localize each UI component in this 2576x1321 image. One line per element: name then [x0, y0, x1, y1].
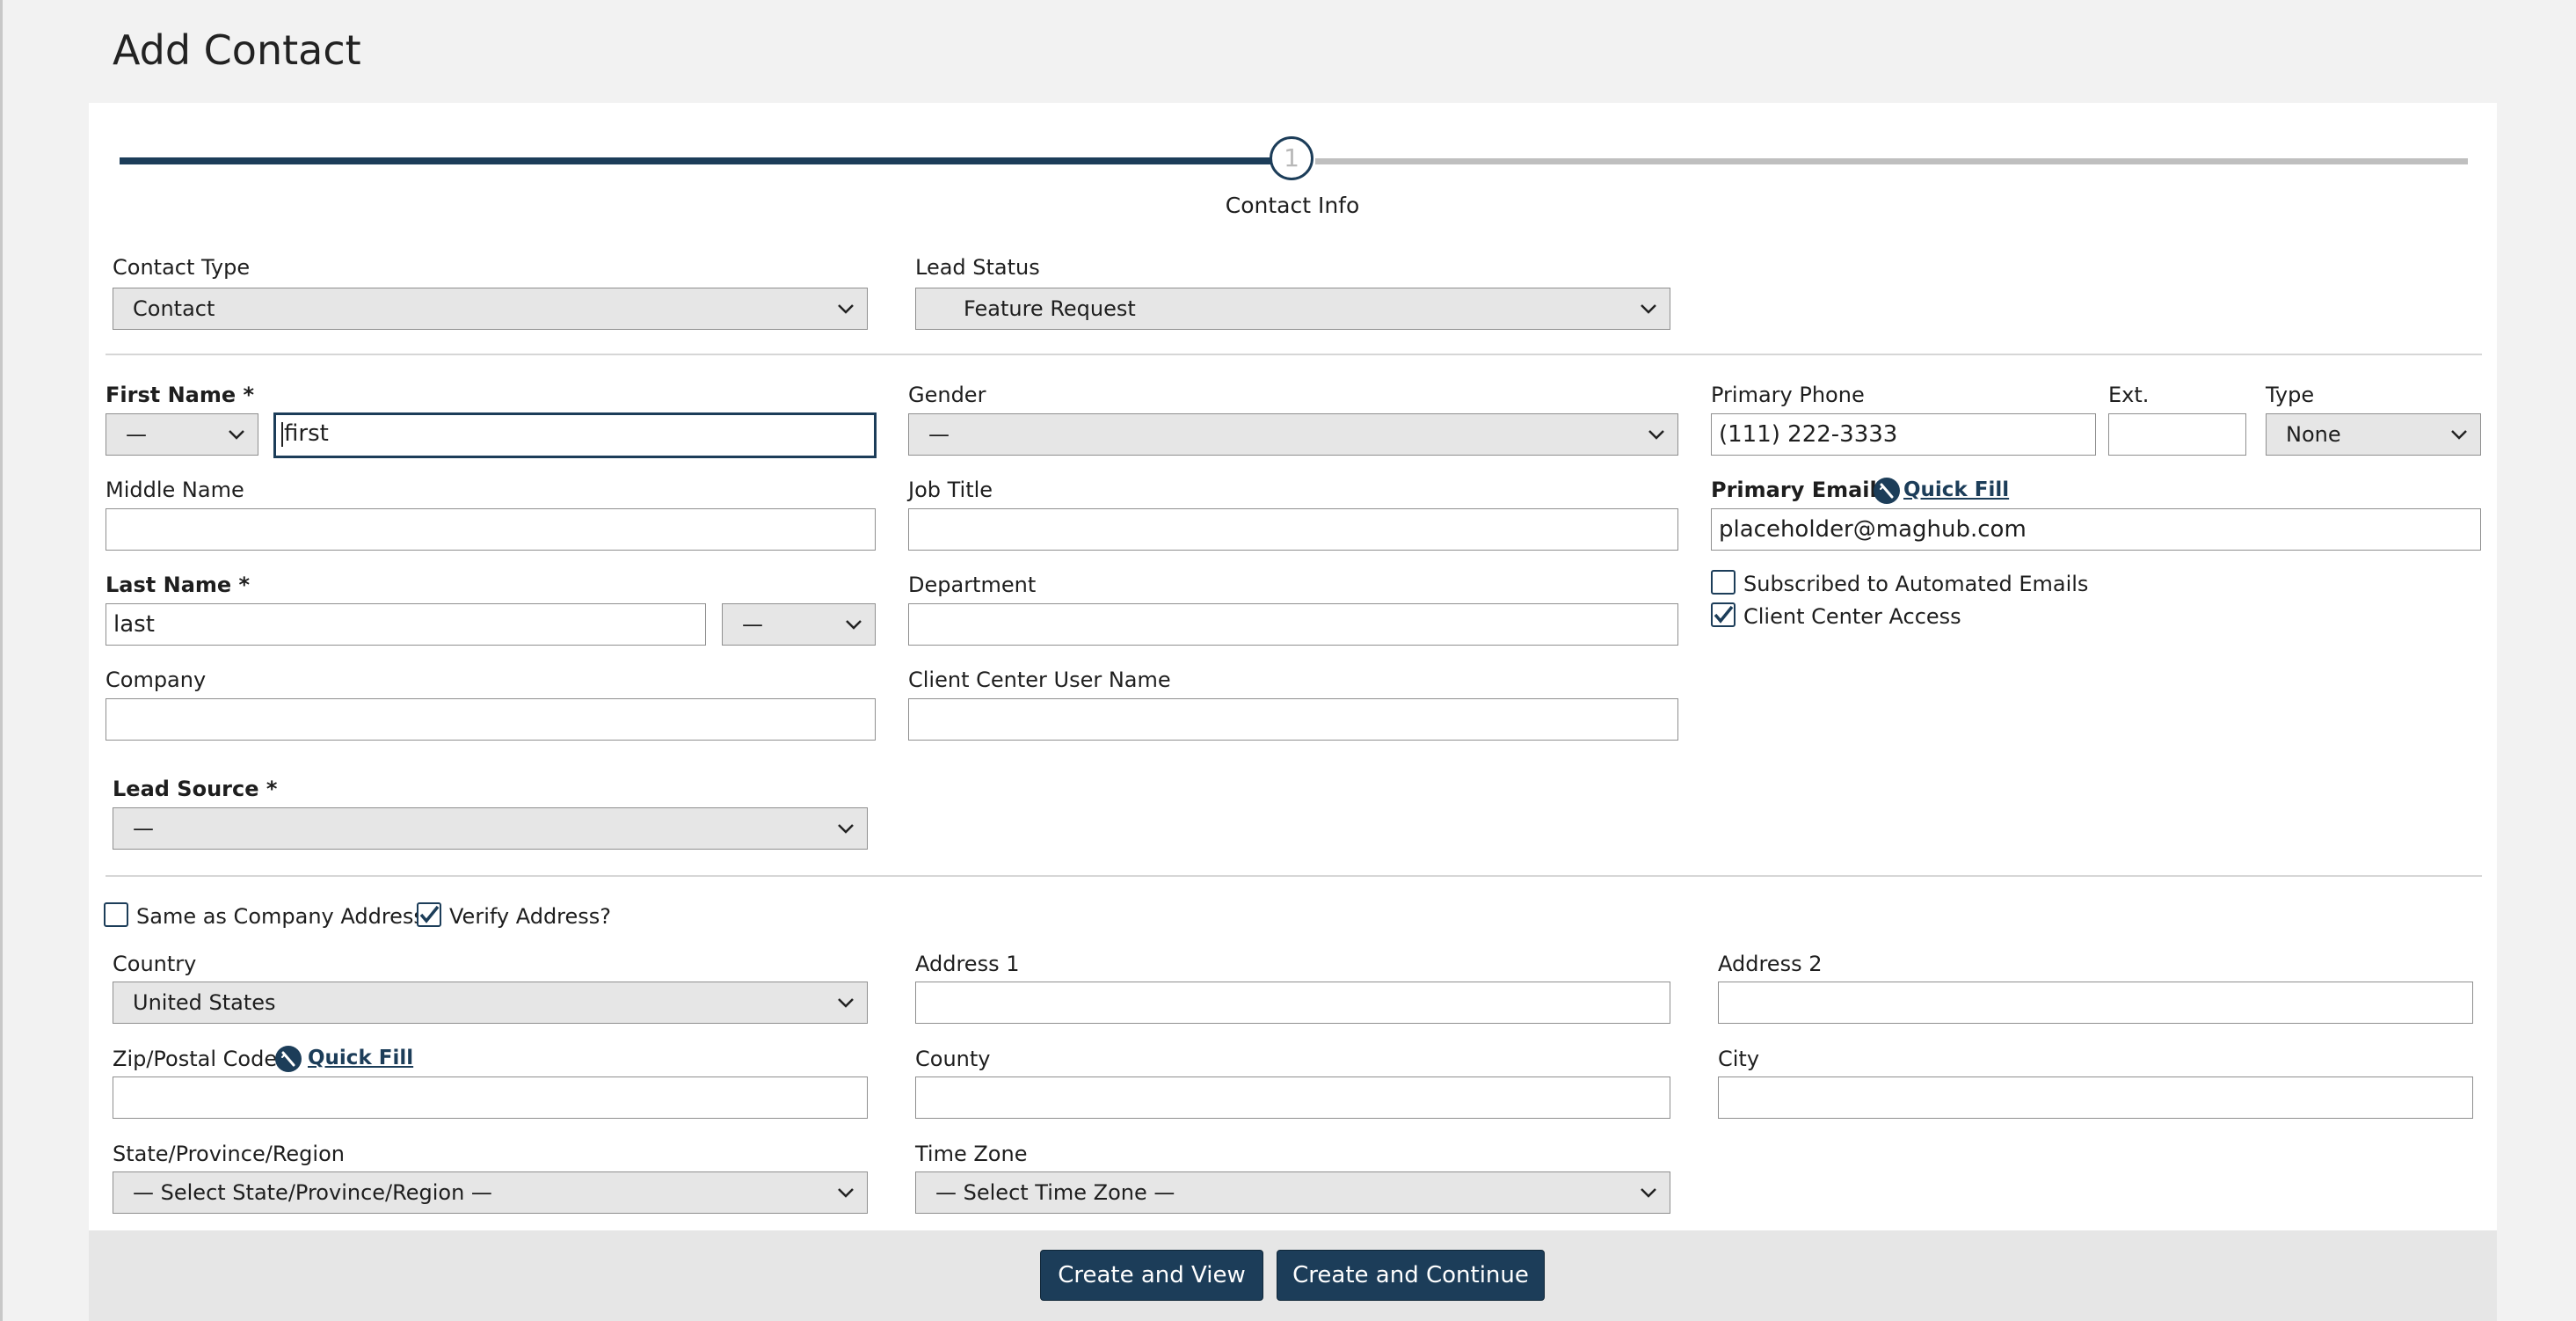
step-label: Contact Info [1225, 193, 1360, 218]
state-select[interactable]: — Select State/Province/Region — [113, 1171, 868, 1214]
chevron-down-icon [229, 430, 244, 440]
company-label: Company [106, 668, 207, 692]
lead-status-select[interactable]: Feature Request [915, 288, 1670, 330]
chevron-down-icon [838, 998, 854, 1008]
country-select[interactable]: United States [113, 982, 868, 1024]
chevron-down-icon [2451, 430, 2467, 440]
create-and-continue-button[interactable]: Create and Continue [1277, 1250, 1545, 1301]
address1-label: Address 1 [915, 952, 1020, 976]
chevron-down-icon [1641, 1188, 1656, 1198]
form-card [89, 103, 2497, 1230]
chevron-down-icon [838, 1188, 854, 1198]
primary-email-label: Primary Email * [1711, 478, 1896, 502]
last-name-input[interactable]: last [106, 603, 706, 646]
subscribed-emails-checkbox[interactable] [1711, 570, 1736, 595]
department-input[interactable] [908, 603, 1678, 646]
primary-email-input[interactable]: placeholder@maghub.com [1711, 508, 2481, 551]
wand-icon [1880, 483, 1894, 499]
middle-name-label: Middle Name [106, 478, 244, 502]
lead-source-select[interactable]: — [113, 807, 868, 850]
gender-select[interactable]: — [908, 413, 1678, 456]
primary-phone-label: Primary Phone [1711, 383, 1865, 407]
address1-input[interactable] [915, 982, 1670, 1024]
country-label: Country [113, 952, 197, 976]
zip-quick-fill-link[interactable]: Quick Fill [308, 1047, 413, 1069]
name-suffix-select[interactable]: — [722, 603, 876, 646]
state-label: State/Province/Region [113, 1142, 345, 1166]
first-name-label: First Name * [106, 383, 255, 407]
verify-address-checkbox[interactable] [417, 902, 441, 927]
checkmark-icon [419, 905, 440, 923]
quick-fill-icon[interactable] [275, 1046, 302, 1072]
progress-bar-remaining [1315, 158, 2468, 164]
page-title: Add Contact [113, 26, 361, 74]
zip-label: Zip/Postal Code [113, 1047, 278, 1071]
county-label: County [915, 1047, 991, 1071]
job-title-label: Job Title [908, 478, 993, 502]
chevron-down-icon [838, 824, 854, 834]
verify-address-label: Verify Address? [449, 904, 612, 929]
client-center-access-checkbox[interactable] [1711, 602, 1736, 627]
primary-phone-input[interactable]: (111) 222-3333 [1711, 413, 2096, 456]
lead-source-label: Lead Source * [113, 777, 278, 801]
window-left-edge [0, 0, 3, 1321]
company-input[interactable] [106, 698, 876, 741]
last-name-label: Last Name * [106, 573, 251, 597]
chevron-down-icon [838, 304, 854, 314]
step-indicator-1[interactable]: 1 [1270, 136, 1313, 180]
client-center-user-name-input[interactable] [908, 698, 1678, 741]
city-input[interactable] [1718, 1077, 2473, 1119]
phone-type-select[interactable]: None [2266, 413, 2481, 456]
time-zone-label: Time Zone [915, 1142, 1028, 1166]
subscribed-emails-label: Subscribed to Automated Emails [1743, 572, 2089, 596]
ext-label: Ext. [2108, 383, 2150, 407]
zip-input[interactable] [113, 1077, 868, 1119]
address2-input[interactable] [1718, 982, 2473, 1024]
section-divider [106, 875, 2482, 877]
create-and-view-button[interactable]: Create and View [1040, 1250, 1263, 1301]
same-as-company-label: Same as Company Address? [136, 904, 436, 929]
section-divider [106, 354, 2482, 355]
text-caret [281, 421, 283, 447]
gender-label: Gender [908, 383, 986, 407]
time-zone-select[interactable]: — Select Time Zone — [915, 1171, 1670, 1214]
chevron-down-icon [1648, 430, 1664, 440]
county-input[interactable] [915, 1077, 1670, 1119]
quick-fill-icon[interactable] [1874, 478, 1900, 504]
progress-bar-complete [120, 157, 1271, 164]
first-name-input[interactable]: first [273, 412, 877, 458]
name-prefix-select[interactable]: — [106, 413, 258, 456]
wand-icon [281, 1051, 295, 1067]
ext-input[interactable] [2108, 413, 2246, 456]
email-quick-fill-link[interactable]: Quick Fill [1903, 478, 2009, 501]
contact-type-label: Contact Type [113, 255, 251, 280]
same-as-company-checkbox[interactable] [104, 902, 128, 927]
department-label: Department [908, 573, 1037, 597]
client-center-user-name-label: Client Center User Name [908, 668, 1171, 692]
phone-type-label: Type [2266, 383, 2315, 407]
contact-type-select[interactable]: Contact [113, 288, 868, 330]
middle-name-input[interactable] [106, 508, 876, 551]
checkmark-icon [1714, 605, 1734, 624]
job-title-input[interactable] [908, 508, 1678, 551]
lead-status-label: Lead Status [915, 255, 1040, 280]
chevron-down-icon [1641, 304, 1656, 314]
address2-label: Address 2 [1718, 952, 1823, 976]
client-center-access-label: Client Center Access [1743, 604, 1961, 629]
city-label: City [1718, 1047, 1760, 1071]
chevron-down-icon [846, 620, 862, 630]
